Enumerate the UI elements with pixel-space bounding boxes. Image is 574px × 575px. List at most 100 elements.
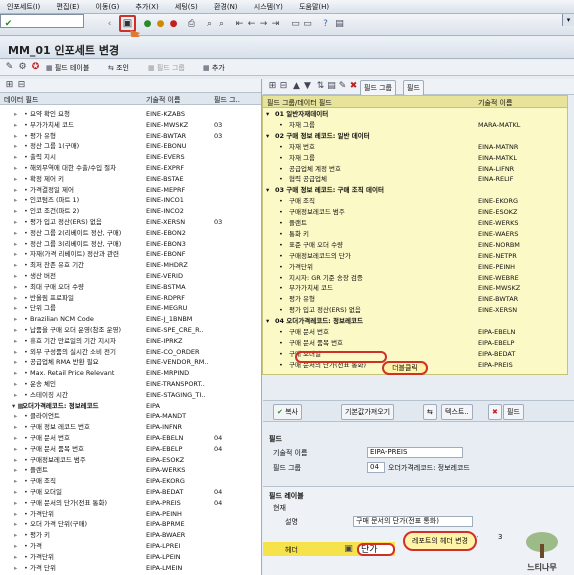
print-icon[interactable]: ⎙ [186, 19, 197, 30]
field-group-toolbar-button[interactable]: 필드 그룹 [360, 80, 396, 96]
collapse-icon[interactable]: ⊟ [278, 81, 289, 92]
copy-button[interactable]: ✔ 복사 [273, 404, 302, 420]
field-group-button[interactable]: ▦ 필드 그룹 [148, 63, 185, 73]
data-field-row[interactable]: • ▸ 공급업체 RMA 반환 필요 EINE-VENDOR_RM.. [0, 357, 261, 367]
data-field-row[interactable]: • ▸ 정산 그룹 3(리베이트 정산, 구매) EINE-EBON3 [0, 239, 261, 249]
delete-field-button[interactable]: ✖ [488, 404, 502, 420]
field-group-item[interactable]: • 가격단위 EINE-PEINH [263, 263, 567, 273]
next-page-icon[interactable]: → [258, 19, 269, 30]
field-group-item[interactable]: • 평가 입고 정산(ERS) 없음 EINE-XERSN [263, 306, 567, 316]
collapse-all-icon[interactable]: ⊟ [16, 80, 27, 91]
new-session-icon[interactable]: ▭ [290, 19, 301, 30]
field-group-item[interactable]: • 구매 문서 품목 번호 EIPA-EBELP [263, 339, 567, 349]
data-field-row[interactable]: • ▸ 평가 유형 EINE-BWTAR 03 [0, 131, 261, 141]
data-field-row[interactable]: • ▸ 최저 잔존 유효 기간 EINE-MHDRZ [0, 260, 261, 270]
data-field-row[interactable]: • ▸ 휴효 기간 만료일의 기간 지시자 EINE-IPRKZ [0, 336, 261, 346]
chevron-down-icon[interactable]: ▾ [562, 14, 574, 26]
field-group-node[interactable]: ▾ 02 구매 정보 레코드: 일반 데이터 [263, 132, 567, 142]
data-field-row[interactable]: • ▸ 자재(가격 리베이트) 정산과 관련 EINE-EBONF [0, 249, 261, 259]
field-group-item[interactable]: • 구매 조직 EINE-EKORG [263, 197, 567, 207]
find-next-icon[interactable]: ⌕ [216, 19, 227, 30]
data-field-row[interactable]: • ▸ 구매 정보 레코드 번호 EIPA-INFNR [0, 422, 261, 432]
data-field-row[interactable]: • ▸ Brazilian NCM Code EINE-J_1BNBM [0, 314, 261, 324]
menu-system[interactable]: 시스템(Y) [247, 0, 290, 14]
find-icon[interactable]: ⌕ [204, 19, 215, 30]
data-field-row[interactable]: • ▸ Max. Retail Price Relevant EINE-MRPIND [0, 368, 261, 378]
data-field-row[interactable]: • ▸ 납품을 구매 오더 운영(참조 운영) EINE-SPE_CRE_R.. [0, 325, 261, 335]
data-field-row[interactable]: • ▸ 해외무역에 대한 수출/수입 절차 EINE-EXPRF [0, 163, 261, 173]
expand-icon[interactable]: ⊞ [267, 81, 278, 92]
data-field-row[interactable]: • ▸ 평가 입고 정산(ERS) 없음 EINE-XERSN 03 [0, 217, 261, 227]
field-group-item[interactable]: • 구매정보레코드 범주 EINE-ESOKZ [263, 208, 567, 218]
field-group-item[interactable]: • 구매정보레코드의 단가 EINE-NETPR [263, 252, 567, 262]
field-group-item[interactable]: • 공급업체 계정 번호 EINA-LIFNR [263, 165, 567, 175]
field-group-item[interactable]: • 지시자: GR 기준 송장 검증 EINE-WEBRE [263, 274, 567, 284]
menu-edit[interactable]: 편집(E) [50, 0, 87, 14]
data-field-row[interactable]: • ▸ 평가 키 EIPA-BWAER [0, 530, 261, 540]
long-text-field[interactable]: 구매 문서의 단가(전표 통화) [353, 516, 473, 527]
data-field-row[interactable]: • ▸ 요약 확인 요청 EINE-KZABS [0, 109, 261, 119]
menu-help[interactable]: 도움말(H) [292, 0, 336, 14]
data-field-row[interactable]: • ▸ 구매 문서 품목 번호 EIPA-EBELP 04 [0, 444, 261, 454]
other-infoset-icon[interactable]: ⚙ [17, 62, 28, 73]
generate-icon[interactable]: ✪ [30, 62, 41, 73]
add-button[interactable]: ▦ 추가 [203, 63, 225, 73]
move-icon[interactable]: ⇅ [315, 81, 326, 92]
field-button[interactable]: 필드 [503, 404, 524, 420]
data-field-row[interactable]: • ▸ 가격 EIPA-LPREI [0, 541, 261, 551]
field-group-node[interactable]: ▾ 03 구매 정보 레코드: 구매 조직 데이터 [263, 186, 567, 196]
data-field-row[interactable]: • ▸ 단위 그룹 EINE-MEGRU [0, 303, 261, 313]
check-icon[interactable]: ✔ [3, 19, 14, 30]
data-field-row[interactable]: • ▸ 최대 구매 오더 수량 EINE-BSTMA [0, 282, 261, 292]
data-field-row[interactable]: • ▸ 클라이언트 EIPA-MANDT [0, 411, 261, 421]
field-group-item[interactable]: • 부가가치세 코드 EINE-MWSKZ [263, 284, 567, 294]
data-field-row[interactable]: • ▸ 생산 버전 EINE-VERID [0, 271, 261, 281]
field-toolbar-button[interactable]: 필드 [403, 80, 424, 96]
data-field-row[interactable]: • ▸ 플랜트 EIPA-WERKS [0, 465, 261, 475]
get-defaults-button[interactable]: 기본값가져오기 [341, 404, 395, 420]
cancel-icon[interactable]: ● [168, 19, 179, 30]
first-page-icon[interactable]: ⇤ [234, 19, 245, 30]
help-icon[interactable]: ? [320, 19, 331, 30]
field-group-item[interactable]: • 구매 문서 번호 EIPA-EBELN [263, 328, 567, 338]
data-field-row[interactable]: • ▸ 가격 단위 EIPA-LMEIN [0, 563, 261, 573]
data-field-row[interactable]: • ▸ 구매정보레코드 범주 EIPA-ESOKZ [0, 455, 261, 465]
field-group-item[interactable]: • 자재 그룹 EINA-MATKL [263, 154, 567, 164]
sort-down-icon[interactable]: ▼ [302, 81, 313, 92]
layout-icon[interactable]: ▤ [334, 19, 345, 30]
data-field-row[interactable]: • ▸ 정산 그룹 2(리베이트 정산, 구매) EINE-EBON2 [0, 228, 261, 238]
data-field-row[interactable]: • ▸ 부가가치세 코드 EINE-MWSKZ 03 [0, 120, 261, 130]
field-group-item[interactable]: • 자재 그룹 MARA-MATKL [263, 121, 567, 131]
data-field-row[interactable]: • ▸ 구매 오더일 EIPA-BEDAT 04 [0, 487, 261, 497]
field-table-button[interactable]: ▦ 필드 테이블 [46, 63, 89, 73]
data-field-row[interactable]: • ▸ 가격단위 EIPA-LPEIN [0, 552, 261, 562]
field-group-item[interactable]: • 협력 공급업체 EINA-RELIF [263, 175, 567, 185]
data-field-row[interactable]: • ▸ 운송 체인 EINE-TRANSPORT.. [0, 379, 261, 389]
field-group-item[interactable]: • 통화 키 EINE-WAERS [263, 230, 567, 240]
field-group-node[interactable]: ▾ 04 오더가격레코드: 정보레코드 [263, 317, 567, 327]
last-page-icon[interactable]: ⇥ [270, 19, 281, 30]
data-field-row[interactable]: • ▸ 출력 지시 EINE-EVERS [0, 152, 261, 162]
shortcut-icon[interactable]: ▭ [302, 19, 313, 30]
field-group-item[interactable]: • 평가 유형 EINE-BWTAR [263, 295, 567, 305]
display-change-icon[interactable]: ✎ [4, 62, 15, 73]
data-field-row[interactable]: • ▸ 확정 제어 키 EINE-BSTAE [0, 174, 261, 184]
expand-all-icon[interactable]: ⊞ [4, 80, 15, 91]
exit-icon[interactable]: ● [155, 19, 166, 30]
menu-settings[interactable]: 세팅(S) [168, 0, 205, 14]
delete-icon[interactable]: ✖ [348, 81, 359, 92]
move-button[interactable]: ⇆ [423, 404, 437, 420]
field-group-item[interactable]: • 표준 구매 오더 수량 EINE-NORBM [263, 241, 567, 251]
data-field-row[interactable]: • ▸ 인코 조건(파트 2) EINE-INCO2 [0, 206, 261, 216]
menu-infoset[interactable]: 인포세트(I) [0, 0, 47, 14]
field-group-number-field[interactable]: 04 [367, 462, 385, 473]
back-icon[interactable]: ● [142, 19, 153, 30]
field-group-item[interactable]: • 플랜트 EINE-WERKS [263, 219, 567, 229]
menu-goto[interactable]: 이동(G) [89, 0, 127, 14]
field-group-node[interactable]: ▾ 01 일반자재데이터 [263, 110, 567, 120]
join-button[interactable]: ⇆ 조인 [108, 63, 129, 73]
data-field-row[interactable]: • ▸ 구매 문서 번호 EIPA-EBELN 04 [0, 433, 261, 443]
header-text-field[interactable]: 단가 [357, 543, 395, 556]
data-field-row[interactable]: • ▸ 외부 구성품의 실시간 소비 전기 EINE-CO_ORDER [0, 347, 261, 357]
data-field-row[interactable]: ▾ ▦ 오더가격레코드: 정보레코드 EIPA [0, 401, 261, 411]
